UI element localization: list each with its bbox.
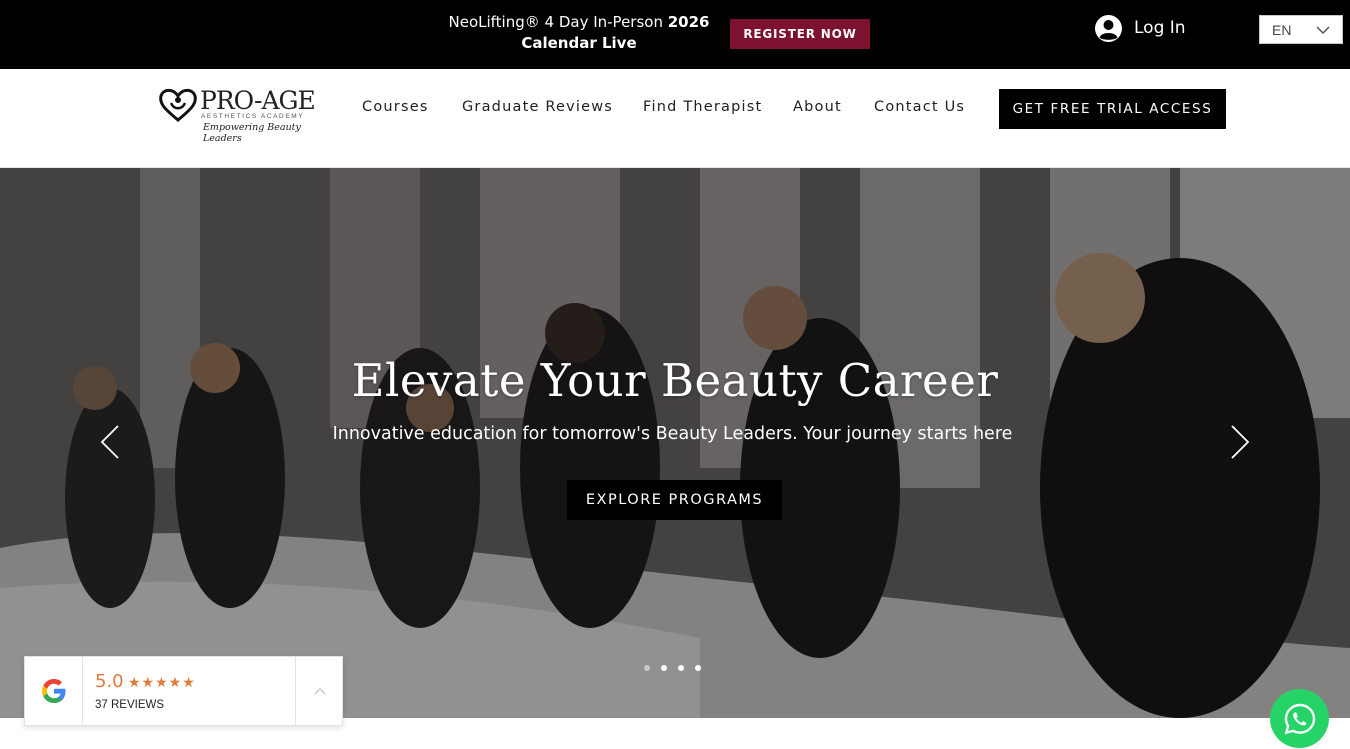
hero-subtitle: Innovative education for tomorrow's Beau… bbox=[332, 424, 1013, 444]
user-icon bbox=[1095, 14, 1122, 42]
slider-dot[interactable] bbox=[644, 665, 650, 671]
slider-dot[interactable] bbox=[678, 665, 684, 671]
slider-dot[interactable] bbox=[695, 665, 701, 671]
chevron-down-icon bbox=[1316, 25, 1330, 34]
slider-dot[interactable] bbox=[661, 665, 667, 671]
slider-prev-arrow-icon[interactable] bbox=[99, 424, 121, 460]
free-trial-button[interactable]: GET FREE TRIAL ACCESS bbox=[999, 89, 1226, 129]
google-logo-wrap bbox=[25, 657, 83, 725]
nav-about[interactable]: About bbox=[793, 99, 842, 115]
nav-find-therapist[interactable]: Find Therapist bbox=[643, 99, 762, 115]
announcement-line2: Calendar Live bbox=[521, 34, 637, 52]
review-count: 37 REVIEWS bbox=[95, 699, 165, 711]
language-selector[interactable]: EN bbox=[1259, 15, 1343, 44]
hero-slider: Elevate Your Beauty Career Innovative ed… bbox=[0, 168, 1350, 718]
login-button[interactable]: Log In bbox=[1095, 14, 1186, 42]
review-score: 5.0 bbox=[95, 671, 124, 692]
logo-tagline: Empowering Beauty Leaders bbox=[203, 122, 301, 144]
heart-logo-icon bbox=[159, 88, 197, 122]
nav-contact-us[interactable]: Contact Us bbox=[874, 99, 965, 115]
announcement-bar: NeoLifting® 4 Day In-Person 2026 Calenda… bbox=[0, 0, 1350, 69]
nav-courses[interactable]: Courses bbox=[362, 99, 429, 115]
google-reviews-widget[interactable]: 5.0 ★★★★★ 37 REVIEWS bbox=[24, 656, 343, 726]
reviews-expand-button[interactable] bbox=[295, 657, 344, 725]
review-stars-icon: ★★★★★ bbox=[128, 674, 196, 690]
explore-programs-button[interactable]: EXPLORE PROGRAMS bbox=[567, 480, 782, 520]
announcement-text: NeoLifting® 4 Day In-Person 2026 Calenda… bbox=[440, 12, 718, 54]
slider-dots bbox=[644, 665, 701, 671]
site-logo[interactable]: PRO-AGE AESTHETICS ACADEMY Empowering Be… bbox=[158, 86, 318, 144]
nav-graduate-reviews[interactable]: Graduate Reviews bbox=[462, 99, 613, 115]
google-icon bbox=[41, 679, 65, 703]
hero-title: Elevate Your Beauty Career bbox=[351, 354, 999, 407]
announcement-year: 2026 bbox=[667, 13, 710, 31]
register-now-button[interactable]: REGISTER NOW bbox=[730, 19, 870, 49]
whatsapp-icon bbox=[1284, 703, 1315, 734]
chevron-up-icon bbox=[314, 687, 326, 695]
whatsapp-chat-button[interactable] bbox=[1270, 689, 1329, 748]
logo-subtitle: AESTHETICS ACADEMY bbox=[201, 113, 305, 120]
login-label: Log In bbox=[1134, 18, 1186, 38]
logo-wordmark: PRO-AGE bbox=[200, 86, 316, 115]
slider-next-arrow-icon[interactable] bbox=[1229, 424, 1251, 460]
announcement-line1: NeoLifting® 4 Day In-Person bbox=[448, 13, 668, 31]
language-value: EN bbox=[1272, 21, 1292, 38]
